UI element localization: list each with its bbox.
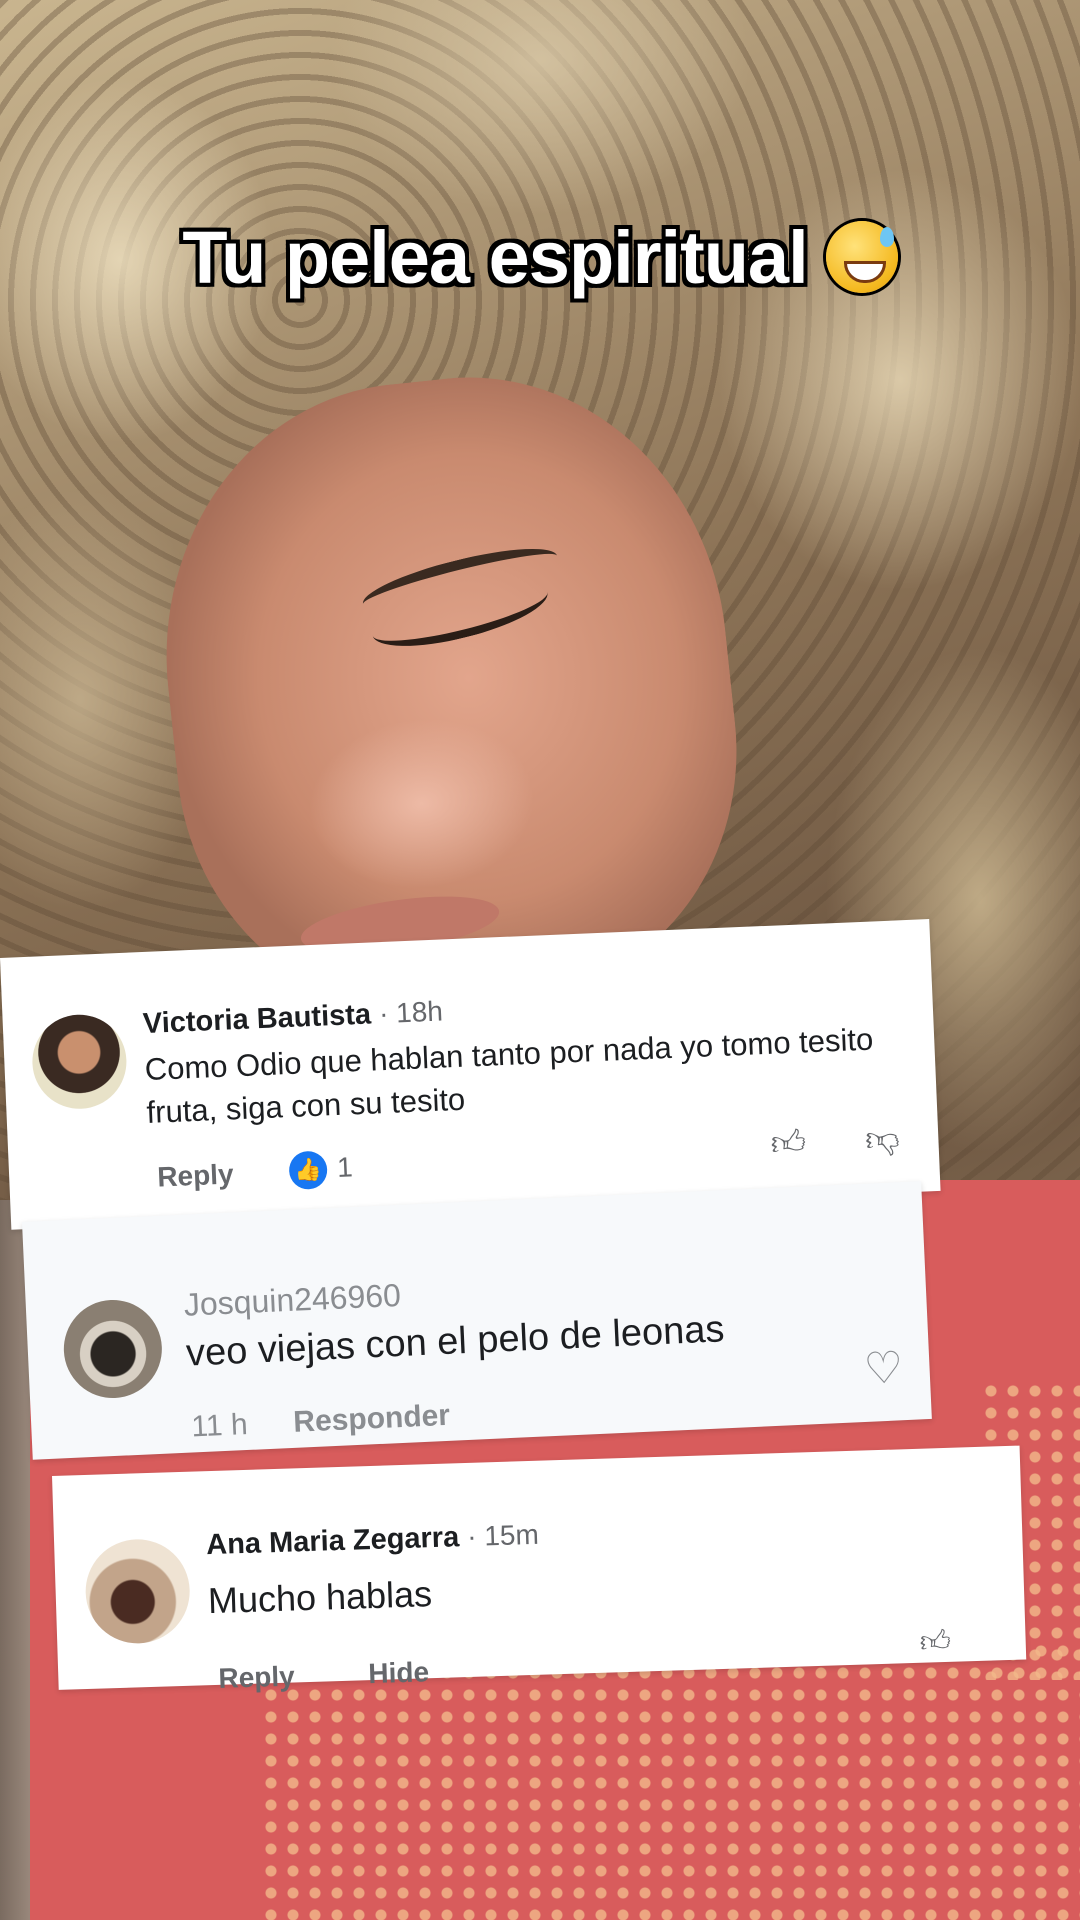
like-badge-icon: 👍 xyxy=(288,1150,328,1191)
grinning-sweat-icon xyxy=(825,221,898,293)
avatar[interactable] xyxy=(61,1297,165,1401)
author-name[interactable]: Victoria Bautista xyxy=(142,999,371,1041)
hide-button[interactable]: Hide xyxy=(368,1656,430,1690)
video-caption: Tu pelea espiritual xyxy=(0,215,1080,300)
comment-author[interactable]: Victoria Bautista · 18h xyxy=(142,996,443,1042)
reply-button[interactable]: Reply xyxy=(157,1158,235,1193)
caption-text: Tu pelea espiritual xyxy=(182,216,808,299)
avatar[interactable] xyxy=(30,1012,129,1111)
reply-button[interactable]: Reply xyxy=(218,1660,295,1694)
comment-time: 11 h xyxy=(190,1407,249,1444)
thumbs-up-icon[interactable]: 👍︎ xyxy=(919,1624,951,1661)
comment-time: · 18h xyxy=(378,995,444,1030)
comment-card: Josquin246960 veo viejas con el pelo de … xyxy=(22,1181,932,1460)
comment-card: Ana Maria Zegarra · 15m Mucho hablas Rep… xyxy=(52,1445,1027,1694)
heart-icon[interactable]: ♡ xyxy=(858,1343,908,1394)
comment-author[interactable]: Ana Maria Zegarra · 15m xyxy=(206,1519,540,1562)
author-name[interactable]: Ana Maria Zegarra xyxy=(206,1521,460,1561)
comment-text: Mucho hablas xyxy=(207,1573,433,1622)
thumbs-down-icon[interactable]: 👎︎ xyxy=(859,1116,905,1162)
thumbs-up-icon[interactable]: 👍︎ xyxy=(766,1120,812,1166)
avatar[interactable] xyxy=(84,1537,192,1645)
comment-time: · 15m xyxy=(466,1518,540,1552)
reply-button[interactable]: Responder xyxy=(293,1399,451,1440)
comment-card: Victoria Bautista · 18h Como Odio que ha… xyxy=(0,919,941,1230)
comment-author[interactable]: Josquin246960 xyxy=(183,1277,402,1324)
like-count[interactable]: 1 xyxy=(336,1151,353,1184)
